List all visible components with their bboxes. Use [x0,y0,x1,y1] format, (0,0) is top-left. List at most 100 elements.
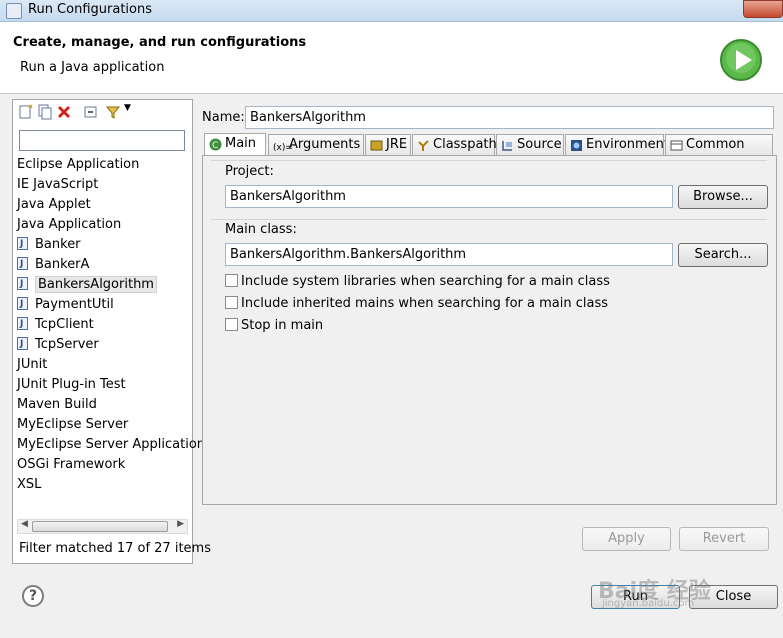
tree-config-item[interactable]: Banker [17,235,81,254]
dialog-title: Create, manage, and run configurations [13,35,307,50]
tab-source-label: Source [517,137,562,152]
delete-icon[interactable] [56,104,72,120]
java-class-icon [17,275,28,294]
project-field[interactable]: BankersAlgorithm [225,185,673,208]
checkbox-box[interactable] [225,274,238,287]
tree-horizontal-scrollbar[interactable]: ◀ ▶ [17,519,188,534]
tree-item-label: JUnit Plug-in Test [17,377,126,392]
tree-config-item[interactable]: TcpServer [17,335,99,354]
filter-dropdown-icon[interactable]: ▼ [124,103,131,113]
tab-main[interactable]: C Main [204,133,266,157]
tree-item-label: Java Applet [17,197,91,212]
tree-item-label: Banker [35,237,81,252]
tree-toolbar: ▼ [13,100,192,124]
run-icon [720,39,762,81]
java-class-icon [17,235,28,254]
tab-main-label: Main [225,136,257,151]
tab-arguments[interactable]: (x)= Arguments [268,134,364,156]
search-button[interactable]: Search... [678,243,768,267]
tree-category-item[interactable]: JUnit [17,355,47,374]
jre-tab-icon [370,140,383,151]
window-titlebar: Run Configurations [0,0,783,22]
tree-category-item[interactable]: IE JavaScript [17,175,98,194]
include-system-libraries-checkbox[interactable]: Include system libraries when searching … [225,274,610,289]
checkbox-box[interactable] [225,318,238,331]
checkbox-box[interactable] [225,296,238,309]
common-tab-icon [670,140,683,151]
main-tab-content: Project: BankersAlgorithm Browse... Main… [202,155,777,505]
name-label: Name: [202,110,245,125]
filter-status-text: Filter matched 17 of 27 items [19,541,211,556]
classpath-tab-icon [418,140,429,151]
window-close-button[interactable] [743,0,783,18]
tree-category-item[interactable]: Maven Build [17,395,97,414]
tab-classpath[interactable]: Classpath [412,134,497,156]
tab-source[interactable]: Source [496,134,564,156]
project-label: Project: [225,164,274,179]
tree-category-item[interactable]: Java Applet [17,195,91,214]
filter-input[interactable] [19,130,185,151]
dialog-header: Create, manage, and run configurations R… [0,22,783,94]
tree-config-item[interactable]: BankersAlgorithm [17,275,157,294]
dialog-subtitle: Run a Java application [20,60,165,75]
java-class-icon [17,315,28,334]
include-inherited-mains-checkbox[interactable]: Include inherited mains when searching f… [225,296,608,311]
tab-common[interactable]: Common [665,134,773,156]
stop-in-main-checkbox[interactable]: Stop in main [225,318,323,333]
main-class-group: Main class: BankersAlgorithm.BankersAlgo… [211,219,768,341]
filter-icon[interactable] [105,104,121,120]
tree-item-label: MyEclipse Server Application [17,437,206,452]
scroll-right-icon[interactable]: ▶ [177,519,184,529]
watermark-url: jingyan.baidu.com [602,598,695,609]
tree-item-label: OSGi Framework [17,457,126,472]
app-icon [6,3,22,19]
tab-arguments-label: Arguments [289,137,361,152]
tree-category-item[interactable]: MyEclipse Server Application [17,435,205,454]
java-class-icon [17,255,28,274]
tree-config-item[interactable]: TcpClient [17,315,94,334]
main-class-field[interactable]: BankersAlgorithm.BankersAlgorithm [225,243,673,266]
tree-category-item[interactable]: Eclipse Application [17,155,139,174]
tree-category-item[interactable]: Java Application [17,215,121,234]
duplicate-icon[interactable] [37,104,53,120]
tree-item-label: BankersAlgorithm [35,276,157,293]
tree-item-label: Maven Build [17,397,97,412]
tree-category-item[interactable]: MyEclipse Server [17,415,128,434]
collapse-all-icon[interactable] [83,104,99,120]
browse-button[interactable]: Browse... [678,185,768,209]
new-config-icon[interactable] [18,104,34,120]
checkbox-label: Stop in main [241,318,324,333]
checkbox-label: Include system libraries when searching … [241,274,610,289]
tree-item-label: Eclipse Application [17,157,140,172]
tab-environment[interactable]: Environment [565,134,669,156]
tree-item-label: TcpClient [35,317,94,332]
name-field[interactable]: BankersAlgorithm [245,106,774,129]
tree-category-item[interactable]: XSL [17,475,41,494]
tab-common-label: Common [686,137,745,152]
tree-item-label: PaymentUtil [35,297,114,312]
svg-text:C: C [212,141,218,151]
tree-config-item[interactable]: BankerA [17,255,89,274]
arguments-tab-icon: (x)= [273,143,293,153]
tab-classpath-label: Classpath [433,137,497,152]
config-tabs: C Main (x)= Arguments JRE Classpath Sour… [202,133,777,157]
tree-category-item[interactable]: JUnit Plug-in Test [17,375,126,394]
apply-button[interactable]: Apply [582,527,671,551]
tree-config-item[interactable]: PaymentUtil [17,295,114,314]
scrollbar-thumb[interactable] [32,521,168,532]
checkbox-label: Include inherited mains when searching f… [241,296,609,311]
tab-jre-label: JRE [386,137,408,152]
main-class-label: Main class: [225,222,297,237]
window-title: Run Configurations [28,2,152,17]
tree-item-label: MyEclipse Server [17,417,129,432]
tree-category-item[interactable]: OSGi Framework [17,455,125,474]
tree-item-label: BankerA [35,257,90,272]
java-class-icon [17,335,28,354]
help-icon[interactable]: ? [22,585,44,607]
source-tab-icon [502,141,512,151]
scroll-left-icon[interactable]: ◀ [21,519,28,529]
tab-jre[interactable]: JRE [365,134,411,156]
revert-button[interactable]: Revert [679,527,769,551]
environment-tab-icon [571,140,582,151]
tree-item-label: JUnit [17,357,48,372]
